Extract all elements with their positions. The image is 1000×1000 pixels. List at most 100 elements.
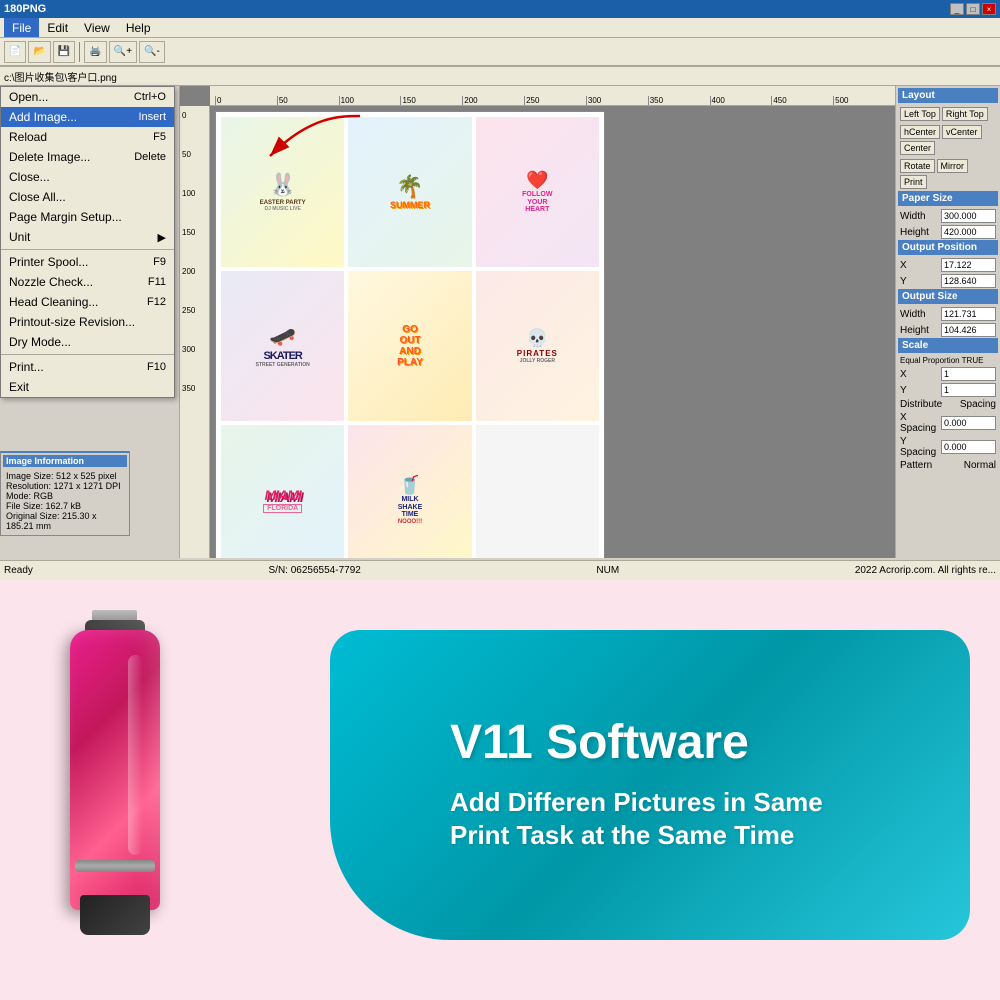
layout-right-top[interactable]: Right Top — [942, 107, 988, 121]
menu-delete-image[interactable]: Delete Image... Delete — [1, 147, 174, 167]
paper-width-input[interactable] — [941, 209, 996, 223]
usb-drive — [20, 610, 240, 960]
output-x-input[interactable] — [941, 258, 996, 272]
distribute-label: Distribute — [900, 399, 942, 410]
file-path: c:\图片收集包\客户口.png — [4, 69, 117, 84]
output-y-label: Y — [900, 276, 907, 287]
menu-nozzle-check-label: Nozzle Check... — [9, 275, 93, 289]
canvas-image-pirates[interactable]: 💀 PIRATES JOLLY ROGER — [476, 271, 599, 421]
paper-height-row: Height — [898, 224, 998, 240]
menu-add-image[interactable]: Add Image... Insert — [1, 107, 174, 127]
y-spacing-input[interactable] — [941, 440, 996, 454]
scale-y-label: Y — [900, 385, 907, 396]
layout-rotate[interactable]: Rotate — [900, 159, 935, 173]
scale-y-row: Y — [898, 382, 998, 398]
status-bar-bottom: Ready S/N: 06256554-7792 NUM 2022 Acrori… — [0, 560, 1000, 580]
layout-buttons-row1: Left Top Right Top — [898, 105, 998, 123]
layout-hcenter[interactable]: hCenter — [900, 125, 940, 139]
close-button[interactable]: × — [982, 3, 996, 15]
menu-printout-revision-label: Printout-size Revision... — [9, 315, 135, 329]
menu-dry-mode-label: Dry Mode... — [9, 335, 71, 349]
software-ui-section: 180PNG _ □ × File Edit View Help 📄 📂 💾 🖨… — [0, 0, 1000, 580]
menu-edit[interactable]: Edit — [39, 18, 76, 37]
toolbar-save[interactable]: 💾 — [53, 41, 75, 63]
window-controls: _ □ × — [950, 3, 996, 15]
layout-left-top[interactable]: Left Top — [900, 107, 940, 121]
scale-y-input[interactable] — [941, 383, 996, 397]
menu-delete-image-shortcut: Delete — [134, 151, 166, 163]
file-dropdown-menu: Open... Ctrl+O Add Image... Insert Reloa… — [0, 86, 175, 398]
paper-height-input[interactable] — [941, 225, 996, 239]
size-width-row: Width — [898, 306, 998, 322]
output-y-input[interactable] — [941, 274, 996, 288]
menu-close-all[interactable]: Close All... — [1, 187, 174, 207]
menu-page-margin-label: Page Margin Setup... — [9, 210, 122, 224]
canvas-image-go-out[interactable]: GOOUTANDPLAY — [348, 271, 471, 421]
size-height-label: Height — [900, 325, 929, 336]
image-info-content: Image Size: 512 x 525 pixel Resolution: … — [3, 469, 127, 533]
menu-help[interactable]: Help — [118, 18, 159, 37]
status-bar-top: c:\图片收集包\客户口.png — [0, 66, 1000, 86]
menu-unit[interactable]: Unit ▶ — [1, 227, 174, 247]
canvas-image-milkshake[interactable]: 🥤 MILKSHAKETIME NOOO!!! — [348, 425, 471, 558]
menu-reload-shortcut: F5 — [153, 131, 166, 143]
menu-printer-spool[interactable]: Printer Spool... F9 — [1, 252, 174, 272]
menu-open[interactable]: Open... Ctrl+O — [1, 87, 174, 107]
menu-view[interactable]: View — [76, 18, 118, 37]
menu-page-margin[interactable]: Page Margin Setup... — [1, 207, 174, 227]
canvas-image-follow-heart[interactable]: ❤️ FOLLOWYOURHEART — [476, 117, 599, 267]
toolbar-print[interactable]: 🖨️ — [84, 41, 106, 63]
canvas-area: 0 50 100 150 200 250 300 350 400 450 500… — [180, 86, 895, 558]
menu-close-all-label: Close All... — [9, 190, 66, 204]
size-width-input[interactable] — [941, 307, 996, 321]
toolbar-zoom-out[interactable]: 🔍- — [139, 41, 165, 63]
maximize-button[interactable]: □ — [966, 3, 980, 15]
image-grid: 🐰 EASTER PARTYDJ MUSIC LIVE 🌴 SUMMER ❤️ — [216, 112, 604, 558]
scale-x-input[interactable] — [941, 367, 996, 381]
menu-reload[interactable]: Reload F5 — [1, 127, 174, 147]
toolbar: 📄 📂 💾 🖨️ 🔍+ 🔍- — [0, 38, 1000, 66]
menu-add-image-label: Add Image... — [9, 110, 77, 124]
menu-dry-mode[interactable]: Dry Mode... — [1, 332, 174, 352]
menu-print[interactable]: Print... F10 — [1, 357, 174, 377]
menu-head-cleaning[interactable]: Head Cleaning... F12 — [1, 292, 174, 312]
menu-file[interactable]: File — [4, 18, 39, 37]
menu-nozzle-check[interactable]: Nozzle Check... F11 — [1, 272, 174, 292]
canvas-image-easter[interactable]: 🐰 EASTER PARTYDJ MUSIC LIVE — [221, 117, 344, 267]
x-spacing-label: X Spacing — [900, 412, 941, 434]
scale-title: Scale — [898, 338, 998, 353]
size-height-input[interactable] — [941, 323, 996, 337]
resolution-val: 1271 x 1271 DPI — [54, 481, 121, 491]
menu-printout-revision[interactable]: Printout-size Revision... — [1, 312, 174, 332]
paper-height-label: Height — [900, 227, 929, 238]
pattern-row: Pattern Normal — [898, 459, 998, 472]
separator-1 — [1, 249, 174, 250]
toolbar-zoom-in[interactable]: 🔍+ — [109, 41, 137, 63]
ruler-ticks-h: 0 50 100 150 200 250 300 350 400 450 500 — [210, 86, 895, 105]
scale-x-label: X — [900, 369, 907, 380]
toolbar-open[interactable]: 📂 — [28, 41, 50, 63]
minimize-button[interactable]: _ — [950, 3, 964, 15]
x-spacing-input[interactable] — [941, 416, 996, 430]
layout-print[interactable]: Print — [900, 175, 927, 189]
layout-mirror[interactable]: Mirror — [937, 159, 969, 173]
layout-section-title: Layout — [898, 88, 998, 103]
menu-head-shortcut: F12 — [147, 296, 166, 308]
scale-x-row: X — [898, 366, 998, 382]
canvas-image-summer[interactable]: 🌴 SUMMER — [348, 117, 471, 267]
layout-center[interactable]: Center — [900, 141, 935, 155]
marketing-title: V11 Software — [450, 717, 930, 770]
menu-open-shortcut: Ctrl+O — [134, 91, 166, 103]
app-title: 180PNG — [4, 3, 46, 15]
pattern-value: Normal — [964, 460, 996, 471]
distribute-row: Distribute Spacing — [898, 398, 998, 411]
layout-vcenter[interactable]: vCenter — [942, 125, 982, 139]
menu-exit[interactable]: Exit — [1, 377, 174, 397]
menu-reload-label: Reload — [9, 130, 47, 144]
menu-close[interactable]: Close... — [1, 167, 174, 187]
canvas-image-miami[interactable]: MIAMI FLORIDA — [221, 425, 344, 558]
toolbar-new[interactable]: 📄 — [4, 41, 26, 63]
canvas-image-skater[interactable]: 🛹 SKATER STREET GENERATION — [221, 271, 344, 421]
output-y-row: Y — [898, 273, 998, 289]
menu-head-cleaning-label: Head Cleaning... — [9, 295, 98, 309]
